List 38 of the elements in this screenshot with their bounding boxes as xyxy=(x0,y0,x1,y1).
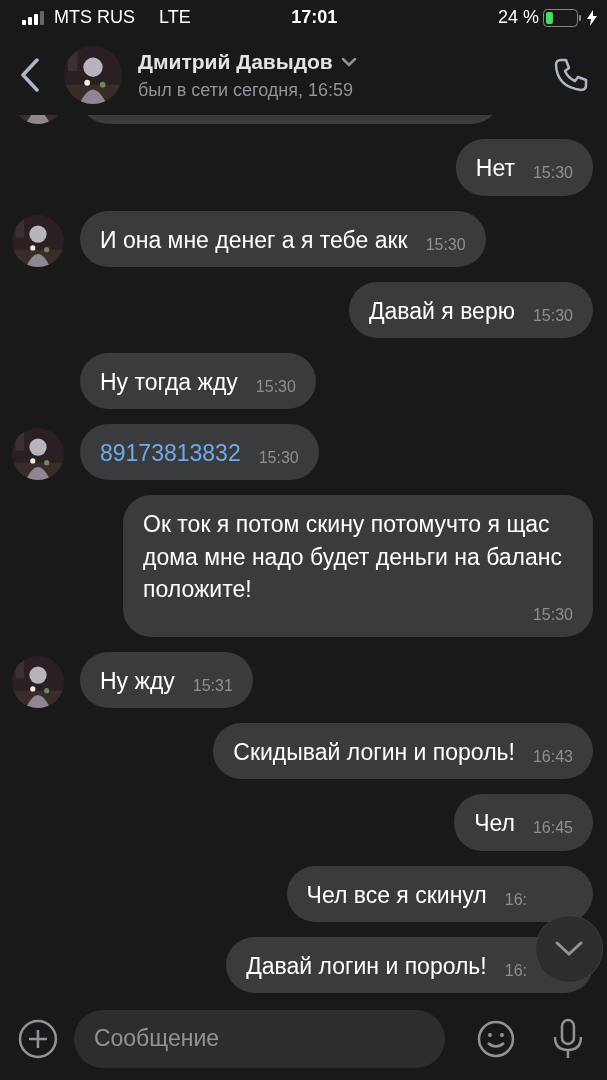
message-time: 15:30 xyxy=(532,163,573,184)
phone-icon[interactable] xyxy=(553,57,589,93)
message-time: 16:45 xyxy=(532,818,573,839)
message-text: Давай логин и пороль! xyxy=(246,951,487,981)
message-text: Давай я верю xyxy=(368,296,515,326)
message-time: 16: xyxy=(504,889,527,910)
phone-link[interactable]: 89173813832 xyxy=(100,437,241,470)
message-time: 15:30 xyxy=(425,234,466,255)
message-text: Ок ток я потом скину потомучто я щас дома мне надо будет деньги на баланс положите! xyxy=(143,510,564,604)
signal-icon xyxy=(22,10,46,25)
add-icon[interactable] xyxy=(18,1018,58,1059)
message-time: 15:30 xyxy=(532,604,573,625)
back-icon[interactable] xyxy=(20,58,40,92)
chevron-down-icon[interactable] xyxy=(340,56,357,67)
contact-name[interactable]: Дмитрий Давыдов xyxy=(138,45,333,78)
message-text: Чел все я скинул xyxy=(306,880,487,910)
message-time: 15:30 xyxy=(258,448,299,469)
message-time: 16: xyxy=(504,960,527,981)
message-text: Чел xyxy=(474,809,515,839)
message-text: Ну жду xyxy=(100,667,175,697)
message-time: 16:43 xyxy=(532,747,573,768)
message-text: Скидывай логин и пороль! xyxy=(233,738,515,768)
emoji-icon[interactable] xyxy=(477,1019,516,1058)
microphone-icon[interactable] xyxy=(551,1017,585,1060)
clock-time: 17:01 xyxy=(291,7,338,27)
battery-percent: 24 % xyxy=(497,6,539,29)
carrier-name: MTS RUS xyxy=(54,6,135,29)
message-time: 15:30 xyxy=(255,376,296,397)
message-time: 15:30 xyxy=(532,305,573,326)
chevron-down-icon xyxy=(554,940,584,958)
message-input[interactable]: Сообщение xyxy=(73,1009,446,1068)
battery-icon xyxy=(543,8,583,27)
message-text: И она мне денег а я тебе акк xyxy=(100,225,408,255)
message-text: Ну тогда жду xyxy=(100,367,238,397)
message-text: Нет xyxy=(475,154,515,184)
message-time: 15:31 xyxy=(192,676,233,697)
last-seen-status: был в сети сегодня, 16:59 xyxy=(138,79,355,103)
network-type: LTE xyxy=(159,6,191,29)
